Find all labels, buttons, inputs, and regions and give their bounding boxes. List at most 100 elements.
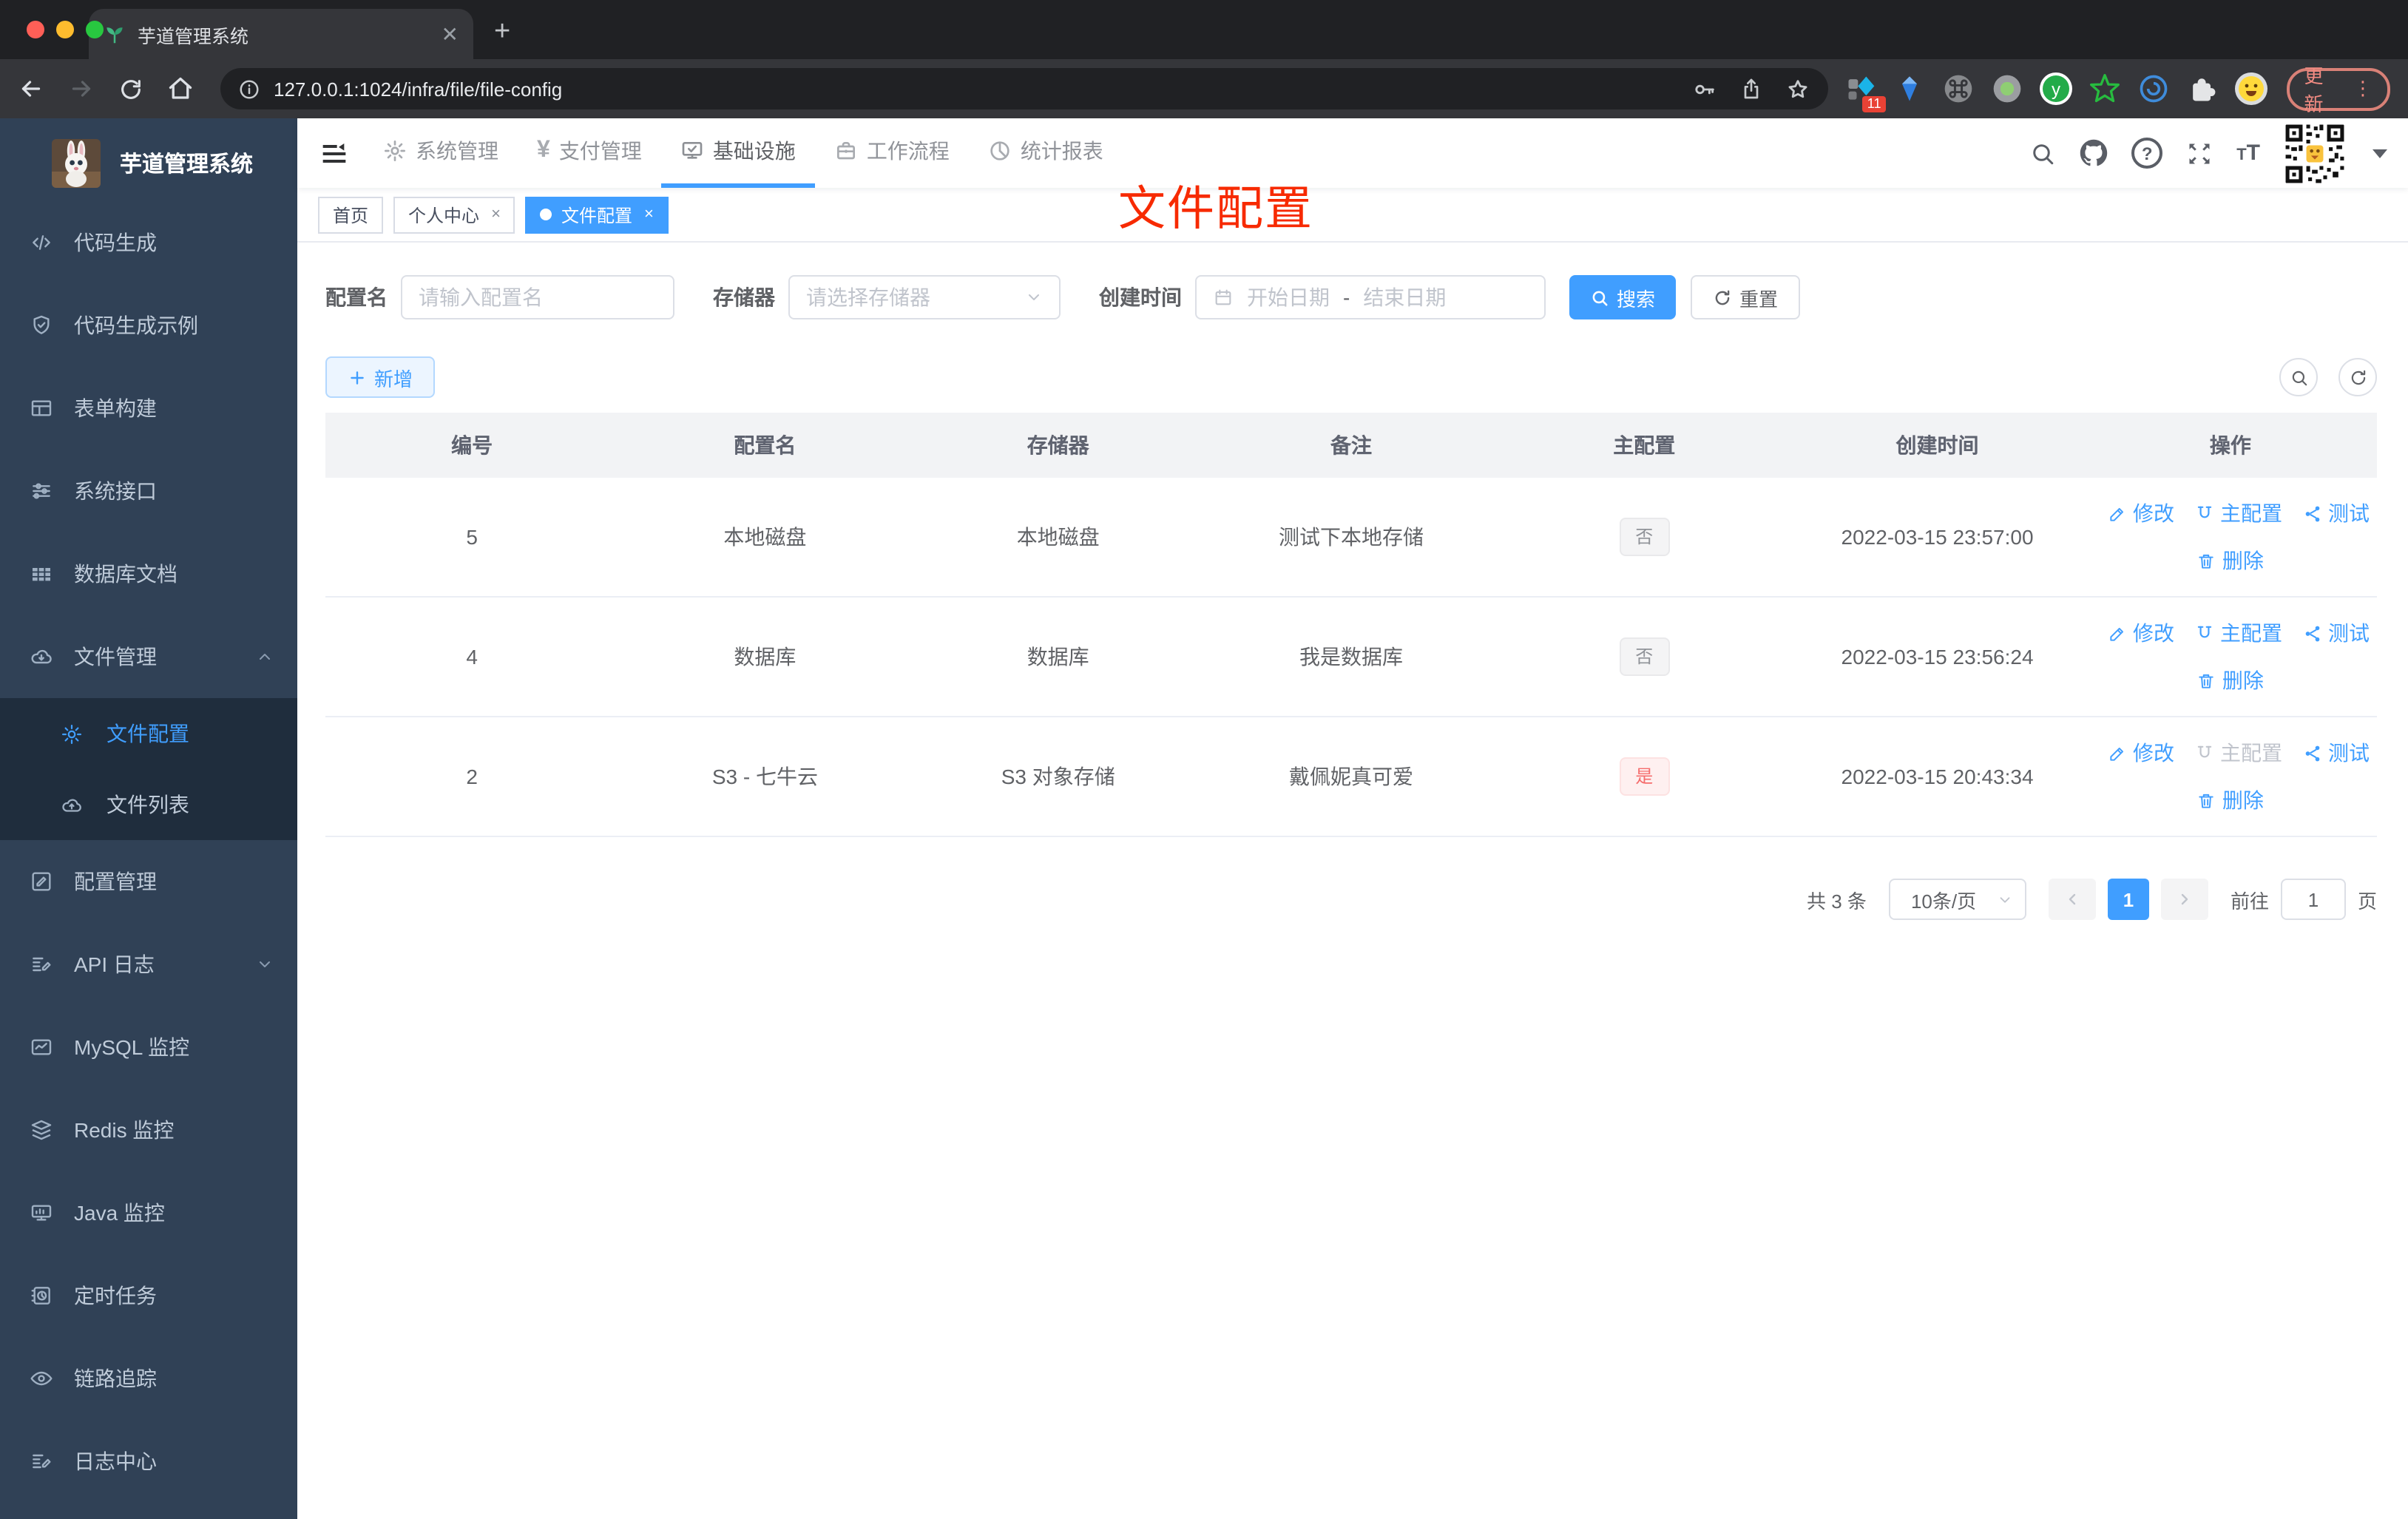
sidebar-item-api-log[interactable]: API 日志 [0, 923, 297, 1006]
delete-link[interactable]: 删除 [2197, 546, 2264, 575]
tab-close-icon[interactable]: ✕ [442, 21, 459, 47]
edit-link[interactable]: 修改 [2108, 498, 2174, 528]
sidebar-item-log-center[interactable]: 日志中心 [0, 1420, 297, 1503]
goto-label: 前往 [2230, 890, 2269, 912]
avatar-caret-icon[interactable] [2373, 149, 2387, 158]
edit-link[interactable]: 修改 [2108, 738, 2174, 768]
site-info-icon[interactable] [238, 78, 260, 100]
sidebar-item-system-api[interactable]: 系统接口 [0, 450, 297, 532]
delete-link[interactable]: 删除 [2197, 666, 2264, 695]
back-icon[interactable] [18, 75, 44, 102]
sidebar-item-label: Java 监控 [74, 1201, 165, 1225]
user-avatar-qr[interactable] [2284, 122, 2346, 184]
fullscreen-icon[interactable] [2186, 140, 2213, 166]
sidebar-item-file-config[interactable]: 文件配置 [0, 698, 297, 769]
browser-update-button[interactable]: 更新 ⋮ [2286, 65, 2390, 115]
extension-command-icon[interactable] [1940, 71, 1975, 106]
sidebar-item-form-builder[interactable]: 表单构建 [0, 367, 297, 450]
sidebar-item-redis-monitor[interactable]: Redis 监控 [0, 1089, 297, 1171]
help-icon[interactable]: ? [2131, 138, 2163, 169]
page-number-current[interactable]: 1 [2107, 879, 2149, 920]
edit-link[interactable]: 修改 [2108, 618, 2174, 648]
cell-id: 5 [325, 478, 619, 598]
top-menu-reports[interactable]: 统计报表 [969, 118, 1123, 188]
top-menu-system[interactable]: 系统管理 [364, 118, 518, 188]
reset-button[interactable]: 重置 [1691, 275, 1801, 319]
delete-link[interactable]: 删除 [2197, 785, 2264, 815]
zoom-window-button[interactable] [86, 21, 104, 38]
tag-file-config[interactable]: 文件配置 × [525, 196, 669, 233]
extension-y-icon[interactable]: y [2037, 71, 2073, 106]
password-key-icon[interactable] [1691, 76, 1717, 101]
home-icon[interactable] [167, 75, 194, 102]
extension-star-icon[interactable] [2086, 71, 2122, 106]
sidebar-item-code-gen-demo[interactable]: 代码生成示例 [0, 284, 297, 367]
forward-icon[interactable] [68, 75, 95, 102]
prev-page-button[interactable] [2048, 879, 2096, 920]
top-menu-label: 基础设施 [712, 139, 796, 163]
sidebar-fold-icon[interactable] [319, 138, 349, 168]
url-bar[interactable]: 127.0.0.1:1024/infra/file/file-config [220, 68, 1828, 109]
font-size-icon[interactable]: TT [2236, 141, 2260, 166]
goto-page-input[interactable]: 1 [2280, 879, 2346, 920]
search-icon[interactable] [2029, 140, 2056, 166]
minimize-window-button[interactable] [56, 21, 74, 38]
top-navbar: 系统管理 ¥ 支付管理 基础设施 工作流程 统计报表 ? TT [297, 118, 2408, 188]
table-refresh-button[interactable] [2338, 358, 2377, 396]
bookmark-star-icon[interactable] [1785, 76, 1810, 101]
test-link[interactable]: 测试 [2303, 738, 2370, 768]
sidebar-item-config-management[interactable]: 配置管理 [0, 840, 297, 923]
browser-tab[interactable]: 芋道管理系统 ✕ [89, 9, 473, 59]
browser-menu-icon[interactable]: ⋮ [2353, 77, 2373, 101]
sidebar-item-file-list[interactable]: 文件列表 [0, 769, 297, 840]
new-tab-button[interactable]: + [494, 16, 510, 49]
extensions-puzzle-icon[interactable] [2184, 71, 2219, 106]
table-search-toggle-button[interactable] [2279, 358, 2318, 396]
top-menu-payment[interactable]: ¥ 支付管理 [518, 118, 661, 188]
master-tag: 是 [1619, 757, 1670, 796]
master-config-link[interactable]: 主配置 [2195, 618, 2282, 648]
file-management-submenu: 文件配置 文件列表 [0, 698, 297, 840]
sidebar-item-label: 文件列表 [106, 793, 189, 816]
add-button[interactable]: 新增 [325, 356, 436, 398]
sidebar-item-tracing[interactable]: 链路追踪 [0, 1337, 297, 1420]
sidebar-item-label: 代码生成 [74, 231, 157, 254]
active-dot [540, 209, 552, 220]
top-menu-workflow[interactable]: 工作流程 [815, 118, 969, 188]
page-size-select[interactable]: 10条/页 [1888, 879, 2026, 920]
sidebar-item-label: 链路追踪 [74, 1367, 157, 1390]
sidebar-item-scheduled-tasks[interactable]: 定时任务 [0, 1254, 297, 1337]
date-range-picker[interactable]: 开始日期 - 结束日期 [1195, 275, 1546, 319]
next-page-button[interactable] [2160, 879, 2208, 920]
eye-icon [30, 1367, 53, 1390]
top-menu-infrastructure[interactable]: 基础设施 [660, 118, 815, 188]
sidebar-logo[interactable]: 芋道管理系统 [0, 118, 297, 201]
extension-translate-icon[interactable]: 11 [1842, 71, 1886, 112]
storage-select[interactable]: 请选择存储器 [788, 275, 1061, 319]
sidebar-item-db-doc[interactable]: 数据库文档 [0, 532, 297, 615]
extension-green-dot-icon[interactable] [1989, 71, 2024, 106]
sidebar-item-code-gen[interactable]: 代码生成 [0, 201, 297, 284]
master-config-link[interactable]: 主配置 [2195, 498, 2282, 528]
extension-gem-icon[interactable] [1891, 71, 1927, 106]
tag-profile[interactable]: 个人中心 × [393, 196, 515, 233]
sidebar-item-java-monitor[interactable]: Java 监控 [0, 1171, 297, 1254]
extension-eye-icon[interactable] [2135, 71, 2171, 106]
github-icon[interactable] [2080, 139, 2108, 167]
search-button[interactable]: 搜索 [1569, 275, 1677, 319]
share-icon[interactable] [1739, 77, 1762, 101]
tag-home[interactable]: 首页 [318, 196, 384, 233]
tag-close-icon[interactable]: × [644, 206, 654, 223]
profile-emoji-icon[interactable] [2233, 71, 2268, 106]
sliders-icon [30, 479, 53, 503]
url-text[interactable]: 127.0.0.1:1024/infra/file/file-config [274, 78, 562, 100]
tag-close-icon[interactable]: × [491, 206, 501, 223]
sidebar-item-file-management[interactable]: 文件管理 [0, 615, 297, 698]
sidebar-item-mysql-monitor[interactable]: MySQL 监控 [0, 1006, 297, 1089]
reload-icon[interactable] [118, 76, 143, 101]
test-link[interactable]: 测试 [2303, 618, 2370, 648]
window-controls[interactable] [27, 21, 104, 38]
config-name-input[interactable]: 请输入配置名 [401, 275, 674, 319]
test-link[interactable]: 测试 [2303, 498, 2370, 528]
close-window-button[interactable] [27, 21, 44, 38]
